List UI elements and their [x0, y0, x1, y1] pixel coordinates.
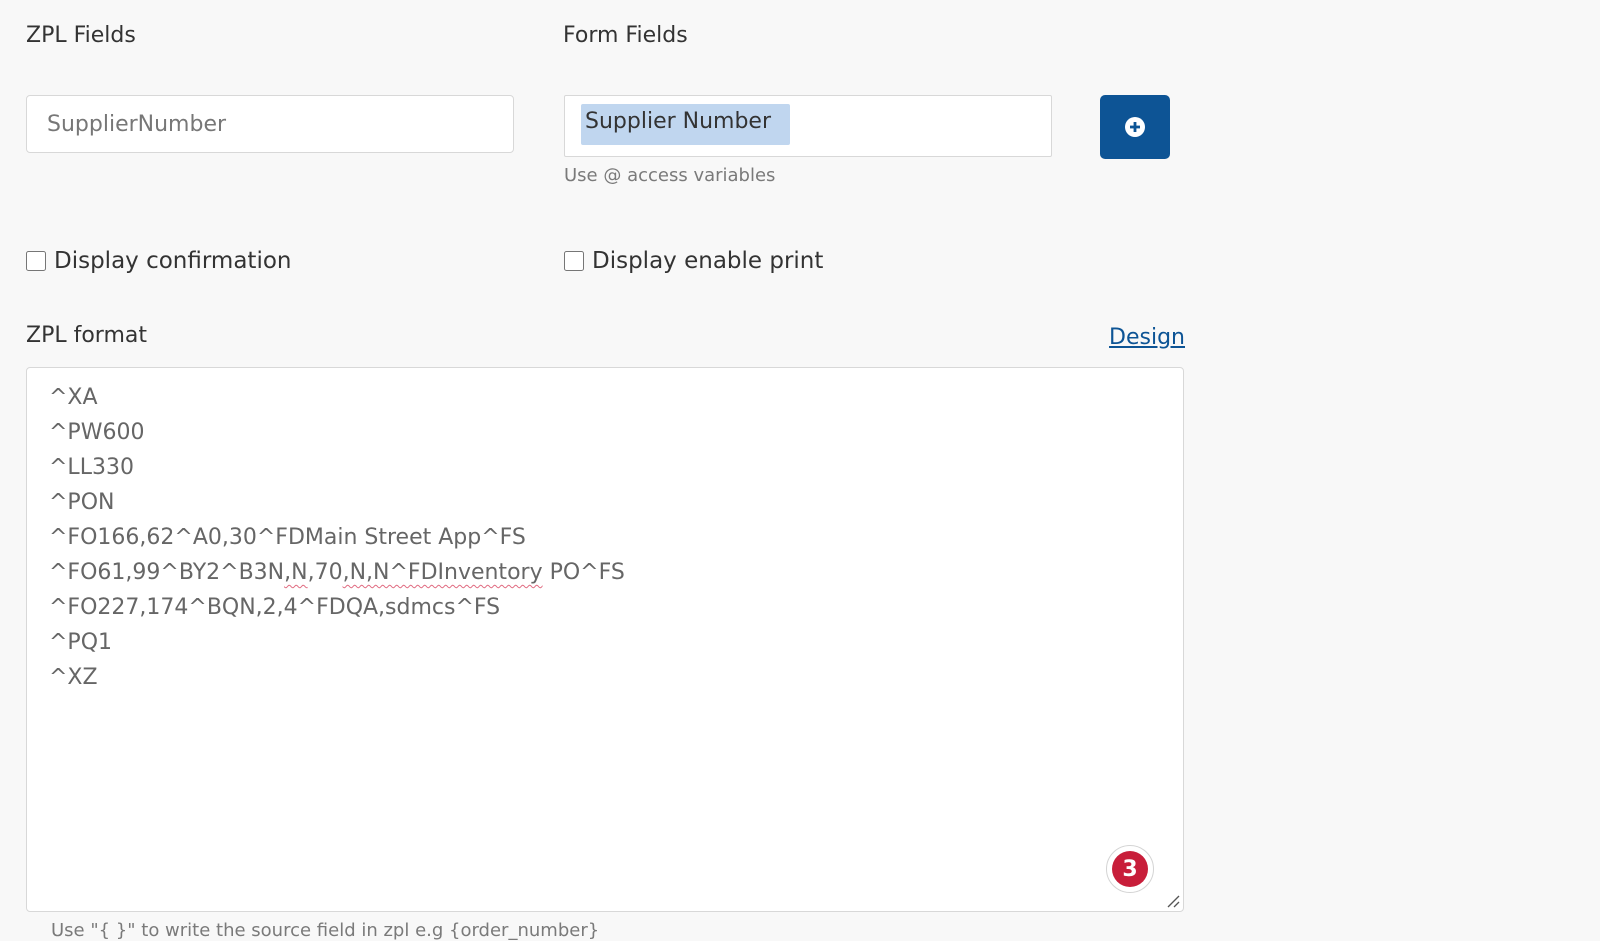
spellcheck-underline: ,N [284, 560, 308, 585]
zpl-format-label: ZPL format [26, 323, 147, 348]
zpl-code: ^XA ^PW600 ^LL330 ^PON ^FO166,62^A0,30^F… [49, 380, 625, 695]
zpl-line-6-part: ^FO61,99^BY2^B3N [49, 560, 285, 585]
zpl-line-2: ^PW600 [49, 420, 145, 445]
zpl-field-input[interactable] [26, 95, 514, 153]
zpl-fields-label: ZPL Fields [26, 23, 136, 48]
form-field-value: Supplier Number [585, 109, 772, 134]
zpl-line-8: ^PQ1 [49, 630, 113, 655]
add-field-button[interactable] [1100, 95, 1170, 159]
badge-count: 3 [1112, 851, 1148, 887]
design-link[interactable]: Design [1109, 325, 1185, 350]
zpl-line-1: ^XA [49, 385, 98, 410]
display-enable-print-checkbox[interactable] [564, 251, 584, 271]
display-enable-print-label: Display enable print [592, 248, 824, 274]
zpl-line-5: ^FO166,62^A0,30^FDMain Street App^FS [49, 525, 526, 550]
display-enable-print-row[interactable]: Display enable print [564, 248, 823, 274]
display-confirmation-checkbox[interactable] [26, 251, 46, 271]
zpl-line-4: ^PON [49, 490, 115, 515]
zpl-line-3: ^LL330 [49, 455, 134, 480]
form-fields-label: Form Fields [563, 23, 688, 48]
zpl-line-6-part: PO^FS [542, 560, 625, 585]
plus-circle-icon [1125, 117, 1145, 137]
zpl-line-9: ^XZ [49, 665, 98, 690]
display-confirmation-label: Display confirmation [54, 248, 292, 274]
notification-badge[interactable]: 3 [1106, 845, 1154, 893]
resize-handle-icon[interactable] [1166, 894, 1180, 908]
zpl-format-hint: Use "{ }" to write the source field in z… [51, 920, 600, 941]
display-confirmation-row[interactable]: Display confirmation [26, 248, 291, 274]
zpl-line-6: ^FO61,99^BY2^B3N,N,70,N,N^FDInventory PO… [49, 555, 625, 590]
form-field-hint: Use @ access variables [564, 165, 776, 186]
zpl-line-6-part: ,70 [307, 560, 343, 585]
zpl-format-textarea[interactable]: ^XA ^PW600 ^LL330 ^PON ^FO166,62^A0,30^F… [26, 367, 1184, 912]
spellcheck-underline: ,N,N^FDInventory [342, 560, 543, 585]
zpl-line-7: ^FO227,174^BQN,2,4^FDQA,sdmcs^FS [49, 595, 501, 620]
